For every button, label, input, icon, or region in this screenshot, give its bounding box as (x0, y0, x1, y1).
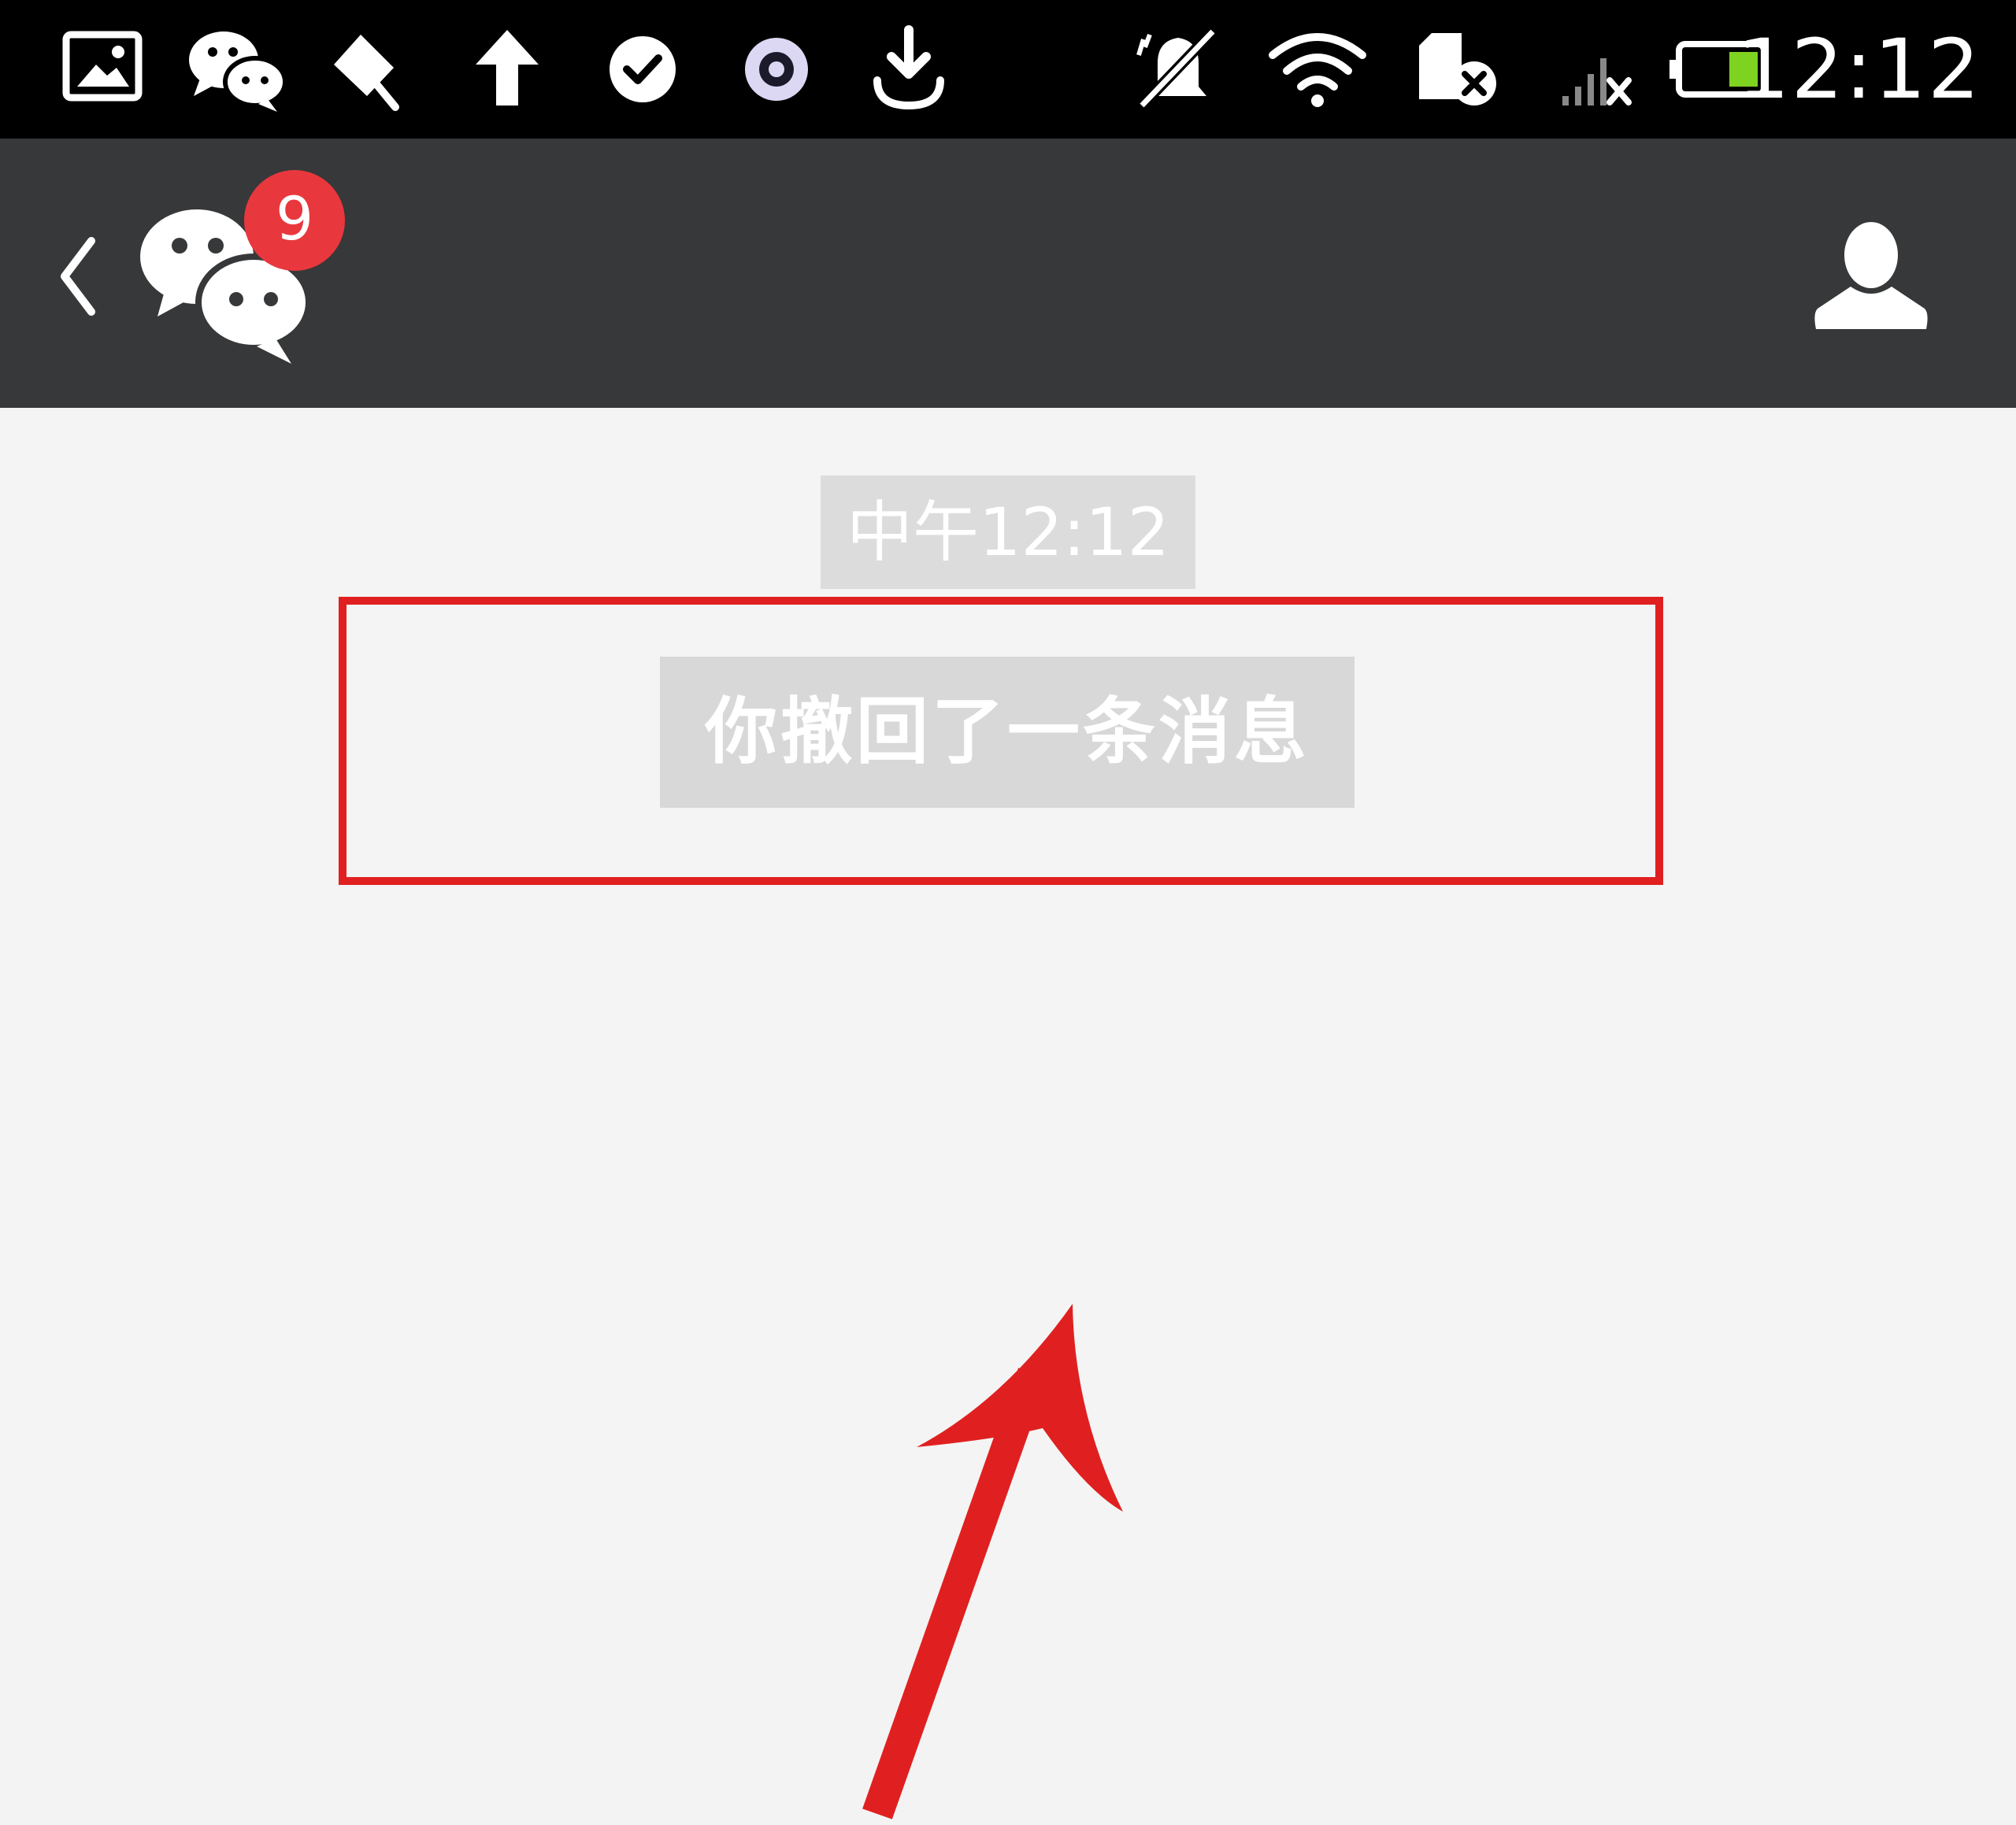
mute-icon (1134, 24, 1221, 115)
chat-message-area[interactable]: 中午12:12 你撤回了一条消息 (0, 408, 2016, 1819)
chat-title-bar: 9 (0, 139, 2016, 408)
gallery-notification-icon (61, 24, 143, 115)
chevron-left-icon (61, 237, 95, 316)
chats-list-button[interactable]: 9 (134, 170, 354, 375)
annotation-highlight-box (339, 597, 1663, 885)
no-sim-icon (1414, 24, 1501, 115)
back-button[interactable] (47, 225, 110, 328)
chat-profile-button[interactable] (1808, 214, 1934, 340)
signal-icon (1558, 24, 1636, 115)
circle-app-icon (739, 24, 814, 115)
message-timestamp: 中午12:12 (821, 476, 1195, 589)
status-time: 12:12 (1737, 21, 1981, 117)
status-bar: 12:12 (0, 0, 2016, 139)
annotation-arrow (862, 1304, 1123, 1819)
download-icon (869, 24, 948, 115)
pin-notification-icon (328, 24, 406, 115)
person-icon (1814, 222, 1928, 329)
upload-icon (469, 24, 545, 115)
check-circle-icon (605, 24, 680, 115)
unread-badge: 9 (244, 170, 345, 271)
wechat-notification-icon (186, 24, 288, 115)
wifi-icon (1268, 24, 1367, 115)
